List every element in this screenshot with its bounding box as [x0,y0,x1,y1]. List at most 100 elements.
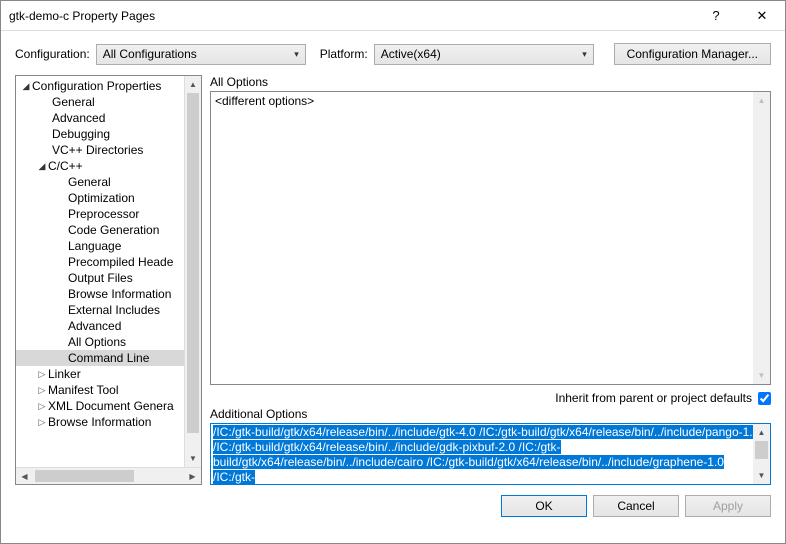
tree-item[interactable]: ▷XML Document Genera [16,398,201,414]
additional-options-value: /IC:/gtk-build/gtk/x64/release/bin/../in… [211,424,770,486]
tree-horizontal-scrollbar[interactable]: ◀ ▶ [16,467,201,484]
close-button[interactable]: ✕ [739,1,785,31]
help-icon: ? [712,8,719,23]
tree-item[interactable]: Browse Information [16,286,201,302]
chevron-down-icon: ▾ [294,49,299,60]
ok-button[interactable]: OK [501,495,587,517]
platform-dropdown[interactable]: Active(x64) ▾ [374,44,594,65]
tree-item-label: Command Line [68,351,149,365]
close-icon: ✕ [757,8,768,24]
tree-item[interactable]: Advanced [16,110,201,126]
apply-button[interactable]: Apply [685,495,771,517]
tree-item[interactable]: General [16,174,201,190]
right-pane: All Options <different options> ▲ ▼ Inhe… [210,75,771,485]
tree-item[interactable]: Language [16,238,201,254]
tree-item-label: Debugging [52,127,110,141]
configuration-dropdown[interactable]: All Configurations ▾ [96,44,306,65]
all-options-value: <different options> [211,92,770,110]
chevron-down-icon: ▾ [582,49,587,60]
tree-item[interactable]: ◢C/C++ [16,158,201,174]
tree-item-label: Linker [48,367,81,381]
tree-item[interactable]: Preprocessor [16,206,201,222]
tree-expand-icon[interactable]: ▷ [36,369,48,380]
tree-item-label: General [68,175,111,189]
tree-expand-icon[interactable]: ◢ [20,81,32,92]
tree-item[interactable]: All Options [16,334,201,350]
scroll-down-icon[interactable]: ▼ [185,450,201,467]
configuration-label: Configuration: [15,47,90,61]
help-button[interactable]: ? [693,1,739,31]
tree-item[interactable]: General [16,94,201,110]
scrollbar-thumb[interactable] [187,93,199,433]
scroll-left-icon[interactable]: ◀ [16,468,33,484]
tree-expand-icon[interactable]: ▷ [36,385,48,396]
tree-item-label: Precompiled Heade [68,255,173,269]
titlebar-buttons: ? ✕ [693,1,785,31]
inherit-row: Inherit from parent or project defaults [210,391,771,405]
tree-item[interactable]: ◢Configuration Properties [16,78,201,94]
scroll-down-icon: ▼ [753,367,770,384]
tree-expand-icon[interactable]: ◢ [36,161,48,172]
tree-item-label: All Options [68,335,126,349]
titlebar: gtk-demo-c Property Pages ? ✕ [1,1,785,31]
inherit-checkbox[interactable] [758,392,771,405]
dialog-footer: OK Cancel Apply [1,485,785,527]
tree-vertical-scrollbar[interactable]: ▲ ▼ [184,76,201,467]
property-tree: ◢Configuration PropertiesGeneralAdvanced… [15,75,202,485]
tree-item-label: Advanced [68,319,121,333]
tree-expand-icon[interactable]: ▷ [36,401,48,412]
tree-item-label: VC++ Directories [52,143,143,157]
additional-options-label: Additional Options [210,407,771,421]
tree-item-label: Advanced [52,111,105,125]
tree-item[interactable]: External Includes [16,302,201,318]
platform-label: Platform: [320,47,368,61]
all-options-textarea[interactable]: <different options> ▲ ▼ [210,91,771,385]
tree-item[interactable]: ▷Browse Information [16,414,201,430]
tree-item-label: Output Files [68,271,133,285]
tree-item-label: Configuration Properties [32,79,161,93]
inherit-label: Inherit from parent or project defaults [555,391,752,405]
scrollbar-thumb[interactable] [755,441,768,459]
tree-item-label: Manifest Tool [48,383,118,397]
window-title: gtk-demo-c Property Pages [9,9,693,23]
tree-item[interactable]: ▷Manifest Tool [16,382,201,398]
tree-item-label: Browse Information [68,287,171,301]
scroll-right-icon[interactable]: ▶ [184,468,201,484]
platform-value: Active(x64) [381,47,441,61]
configuration-manager-button[interactable]: Configuration Manager... [614,43,771,65]
tree-item[interactable]: Command Line [16,350,201,366]
tree-item-label: Code Generation [68,223,159,237]
tree-item-label: External Includes [68,303,160,317]
tree-viewport[interactable]: ◢Configuration PropertiesGeneralAdvanced… [16,76,201,467]
tree-item[interactable]: ▷Linker [16,366,201,382]
scrollbar-track[interactable] [33,468,184,484]
tree-item-label: C/C++ [48,159,83,173]
tree-item[interactable]: Code Generation [16,222,201,238]
additional-options-textarea[interactable]: /IC:/gtk-build/gtk/x64/release/bin/../in… [210,423,771,485]
additional-options-scrollbar[interactable]: ▲ ▼ [753,424,770,484]
config-toolbar: Configuration: All Configurations ▾ Plat… [1,31,785,75]
tree-item-label: General [52,95,95,109]
tree-item[interactable]: Debugging [16,126,201,142]
tree-item[interactable]: VC++ Directories [16,142,201,158]
all-options-label: All Options [210,75,771,89]
tree-item-label: Browse Information [48,415,151,429]
scroll-down-icon[interactable]: ▼ [753,467,770,484]
scrollbar-thumb[interactable] [35,470,134,482]
all-options-scrollbar: ▲ ▼ [753,92,770,384]
scroll-up-icon[interactable]: ▲ [185,76,201,93]
tree-item-label: Optimization [68,191,135,205]
tree-item[interactable]: Advanced [16,318,201,334]
tree-item[interactable]: Optimization [16,190,201,206]
tree-item[interactable]: Output Files [16,270,201,286]
content-area: ◢Configuration PropertiesGeneralAdvanced… [1,75,785,485]
tree-item-label: Language [68,239,121,253]
scroll-up-icon: ▲ [753,92,770,109]
tree-item-label: Preprocessor [68,207,139,221]
tree-item[interactable]: Precompiled Heade [16,254,201,270]
tree-expand-icon[interactable]: ▷ [36,417,48,428]
tree-item-label: XML Document Genera [48,399,174,413]
configuration-value: All Configurations [103,47,197,61]
scroll-up-icon[interactable]: ▲ [753,424,770,441]
cancel-button[interactable]: Cancel [593,495,679,517]
